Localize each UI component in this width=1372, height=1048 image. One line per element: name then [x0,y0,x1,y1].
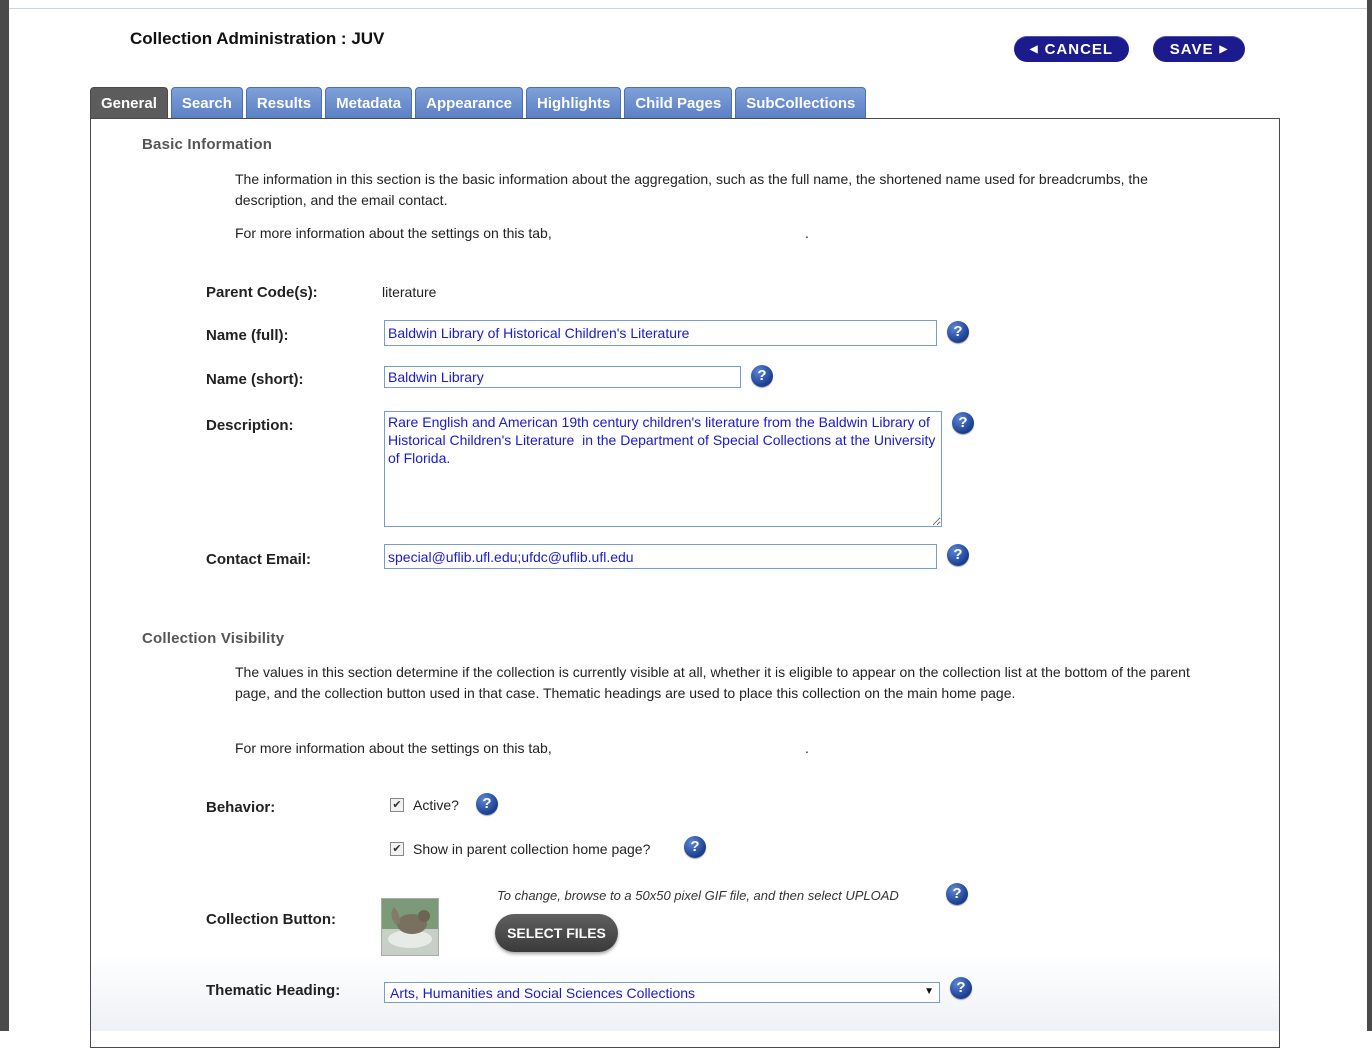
cancel-label: CANCEL [1044,40,1114,58]
active-label: Active? [413,797,459,813]
top-rule [9,8,1367,9]
contact-email-label: Contact Email: [206,551,312,568]
name-short-input[interactable] [384,366,741,388]
right-border [1367,0,1372,1031]
name-full-input[interactable] [384,320,937,346]
tab-general[interactable]: General [90,87,168,118]
collection-button-image [381,898,439,956]
parent-code-value: literature [382,284,437,300]
left-border [0,0,9,1031]
more-info-text: For more information about the settings … [235,225,552,241]
more-info-end: . [805,225,809,241]
contact-email-input[interactable] [384,544,937,569]
visibility-heading: Collection Visibility [142,630,285,647]
visibility-more: For more information about the settings … [235,738,1210,759]
left-arrow-icon: ◀ [1029,43,1039,55]
name-short-label: Name (short): [206,371,304,388]
settings-panel [90,118,1280,1048]
basic-info-description: The information in this section is the b… [235,171,1148,208]
more-info-end: . [805,740,809,756]
tab-results[interactable]: Results [245,87,323,118]
thematic-heading-value: Arts, Humanities and Social Sciences Col… [390,985,696,1001]
chevron-down-icon: ▼ [924,986,934,997]
description-label: Description: [206,417,294,434]
help-icon[interactable]: ? [946,883,968,905]
right-arrow-icon: ▶ [1219,43,1229,55]
help-icon[interactable]: ? [952,412,974,434]
parent-code-label: Parent Code(s): [206,284,318,301]
select-files-button[interactable]: SELECT FILES [495,914,618,952]
more-info-text: For more information about the settings … [235,740,552,756]
thematic-heading-label: Thematic Heading: [206,982,341,999]
help-icon[interactable]: ? [751,365,773,387]
save-label: SAVE [1169,40,1214,58]
cancel-button[interactable]: ◀ CANCEL [1014,36,1129,62]
help-icon[interactable]: ? [950,977,972,999]
tab-search[interactable]: Search [170,87,243,118]
thematic-heading-select[interactable]: Arts, Humanities and Social Sciences Col… [384,982,940,1003]
page-title: Collection Administration : JUV [130,29,385,48]
squirrel-thumbnail-icon [382,899,438,955]
save-button[interactable]: SAVE ▶ [1153,36,1245,62]
active-checkbox[interactable]: ✔ [390,798,404,812]
help-icon[interactable]: ? [947,544,969,566]
tab-metadata[interactable]: Metadata [325,87,413,118]
name-full-label: Name (full): [206,327,289,344]
behavior-label: Behavior: [206,799,276,816]
help-icon[interactable]: ? [684,836,706,858]
help-icon[interactable]: ? [476,793,498,815]
tab-highlights[interactable]: Highlights [526,87,622,118]
show-parent-label: Show in parent collection home page? [413,841,651,857]
tab-appearance[interactable]: Appearance [415,87,524,118]
tab-child-pages[interactable]: Child Pages [624,87,733,118]
upload-hint: To change, browse to a 50x50 pixel GIF f… [497,888,899,903]
collection-button-label: Collection Button: [206,911,336,928]
basic-info-more: For more information about the settings … [235,223,1210,244]
help-icon[interactable]: ? [947,321,969,343]
description-textarea[interactable]: Rare English and American 19th century c… [384,411,942,527]
tab-bar: General Search Results Metadata Appearan… [90,87,867,118]
show-parent-checkbox[interactable]: ✔ [390,842,404,856]
tab-subcollections[interactable]: SubCollections [735,87,867,118]
basic-info-heading: Basic Information [142,136,273,153]
visibility-description: The values in this section determine if … [235,664,1190,701]
